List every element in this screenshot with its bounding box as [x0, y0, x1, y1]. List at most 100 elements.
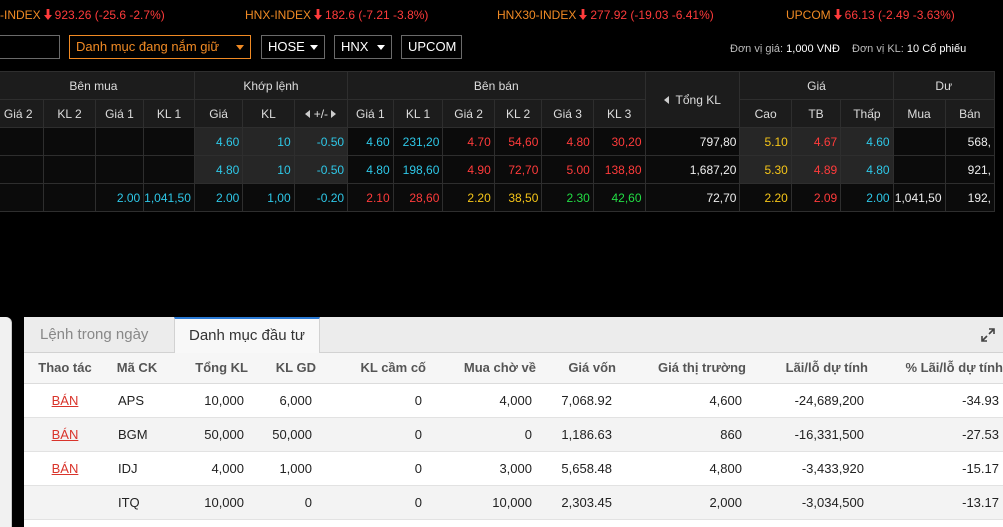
table-row[interactable]: BÁN IDJ 4,000 1,000 0 3,000 5,658.48 4,8…: [24, 451, 1003, 486]
stock-code: BGM: [106, 417, 168, 452]
cell: 10: [242, 127, 295, 156]
cell: 1,041,50: [892, 183, 946, 212]
board-row[interactable]: 4.60 10 -0.50 4.60 231,20 4.70 54,60 4.8…: [0, 127, 996, 156]
exchange-label: HOSE: [268, 39, 305, 54]
cell: 2.10: [347, 183, 394, 212]
cell: 2.00: [193, 183, 244, 212]
exchange-select-hose[interactable]: HOSE: [261, 35, 325, 59]
price-board: Bên mua Khớp lệnh Bên bán Tổng KL Giá Dư…: [0, 71, 1003, 303]
cell: 4.80: [193, 155, 244, 184]
group-header-remain: Dư: [892, 71, 996, 100]
tab-portfolio[interactable]: Danh mục đầu tư: [174, 317, 320, 354]
cell: 72,70: [493, 155, 543, 184]
chevron-down-icon: [377, 45, 385, 50]
cell: 2.00: [94, 183, 145, 212]
stock-code: IDJ: [106, 451, 168, 486]
arrow-down-icon: [314, 9, 323, 20]
board-row[interactable]: 2.00 1,041,50 2.00 1,00 -0.20 2.10 28,60…: [0, 183, 996, 212]
exchange-select-hnx[interactable]: HNX: [334, 35, 392, 59]
col-header-total: Tổng KL: [168, 353, 248, 384]
cell: 5.10: [739, 127, 792, 156]
stock-code: APS: [106, 383, 168, 418]
pending-buy: 3,000: [426, 451, 536, 486]
scroll-left-icon[interactable]: [664, 96, 670, 105]
col-header-total-volume[interactable]: Tổng KL: [644, 71, 741, 128]
ticker-item-hnxindex[interactable]: HNX-INDEX 182.6 (-7.21 -3.8%): [245, 8, 428, 22]
cell: 4.60: [193, 127, 244, 156]
col-header-pending: Mua chờ về: [426, 353, 536, 384]
col-header: Mua: [892, 99, 946, 128]
toggle-right-icon[interactable]: [331, 110, 337, 119]
tradable-volume: 6,000: [248, 383, 316, 418]
cell: -0.50: [293, 155, 349, 184]
sell-link[interactable]: BÁN: [52, 427, 79, 442]
cell: 4.89: [790, 155, 842, 184]
pledged-volume: 0: [316, 417, 426, 452]
col-header-change[interactable]: +/-: [293, 99, 349, 128]
table-row[interactable]: BÁN BGM 50,000 50,000 0 0 1,186.63 860 -…: [24, 417, 1003, 452]
sell-link[interactable]: BÁN: [52, 393, 79, 408]
cell: 138,80: [592, 155, 646, 184]
cell: 231,20: [392, 127, 444, 156]
cell: 5.00: [541, 155, 594, 184]
volume-unit-value: 10 Cổ phiếu: [906, 43, 967, 55]
cell: 4.90: [442, 155, 495, 184]
watchlist-select[interactable]: Danh mục đang nắm giữ: [69, 35, 251, 59]
ticker-name: UPCOM: [786, 8, 831, 22]
ticker-item-upcom[interactable]: UPCOM 66.13 (-2.49 -3.63%): [786, 8, 955, 22]
market-price: 4,800: [616, 451, 746, 486]
ticker-item-hnx30[interactable]: HNX30-INDEX 277.92 (-19.03 -6.41%): [497, 8, 714, 22]
exchange-button-upcom[interactable]: UPCOM: [401, 35, 462, 59]
stock-code: ITQ: [106, 485, 168, 520]
cell: 1,687,20: [644, 155, 741, 184]
ticker-item-vnindex[interactable]: -INDEX 923.26 (-25.6 -2.7%): [0, 8, 165, 22]
cell: 4.60: [840, 127, 894, 156]
cell: [94, 155, 145, 184]
cell: [892, 127, 946, 156]
cell: [94, 127, 145, 156]
col-header: KL 1: [392, 99, 444, 128]
cost-price: 5,658.48: [536, 451, 616, 486]
price-unit: Đơn vị giá: 1,000 VNĐ: [730, 43, 840, 55]
cell: [143, 127, 195, 156]
cell: -0.50: [293, 127, 349, 156]
col-header: Giá 3: [541, 99, 594, 128]
col-header-action: Thao tác: [24, 353, 106, 384]
cell: 4.80: [347, 155, 394, 184]
total-volume: 10,000: [168, 383, 248, 418]
col-header: Bán: [944, 99, 996, 128]
toggle-left-icon[interactable]: [305, 110, 311, 119]
chevron-down-icon: [236, 45, 244, 50]
table-row[interactable]: ITQ 10,000 0 0 10,000 2,303.45 2,000 -3,…: [24, 485, 1003, 520]
tab-intraday-orders[interactable]: Lệnh trong ngày: [26, 317, 162, 353]
col-header-pledged: KL cầm cố: [316, 353, 426, 384]
ticker-value: 277.92 (-19.03 -6.41%): [590, 8, 714, 22]
cell: [0, 155, 45, 184]
col-header-pnl-pct: % Lãi/lỗ dự tính: [868, 353, 1003, 384]
table-row[interactable]: BÁN APS 10,000 6,000 0 4,000 7,068.92 4,…: [24, 383, 1003, 418]
cell: 4.67: [790, 127, 842, 156]
cell: 2.00: [840, 183, 894, 212]
total-volume: 10,000: [168, 485, 248, 520]
market-price: 4,600: [616, 383, 746, 418]
change-label: +/-: [313, 106, 329, 121]
pledged-volume: 0: [316, 485, 426, 520]
price-board-table: Bên mua Khớp lệnh Bên bán Tổng KL Giá Dư…: [0, 71, 996, 212]
cell: 30,20: [592, 127, 646, 156]
tradable-volume: 50,000: [248, 417, 316, 452]
account-panel: Lệnh trong ngày Danh mục đầu tư Thao tác…: [24, 317, 1003, 527]
market-price: 860: [616, 417, 746, 452]
col-header: TB: [790, 99, 842, 128]
expand-icon[interactable]: [981, 328, 995, 342]
cell: 1,00: [242, 183, 295, 212]
cell: 568,: [944, 127, 996, 156]
stock-search-input[interactable]: [0, 35, 60, 59]
col-header: Giá 1: [347, 99, 394, 128]
pnl-pct: -13.17: [868, 485, 1003, 520]
board-row[interactable]: 4.80 10 -0.50 4.80 198,60 4.90 72,70 5.0…: [0, 155, 996, 184]
portfolio-table: Thao tác Mã CK Tổng KL KL GD KL cầm cố M…: [24, 353, 1003, 520]
cell: 42,60: [592, 183, 646, 212]
sell-link[interactable]: BÁN: [52, 461, 79, 476]
col-header-tradable: KL GD: [248, 353, 316, 384]
col-header: KL 3: [592, 99, 646, 128]
